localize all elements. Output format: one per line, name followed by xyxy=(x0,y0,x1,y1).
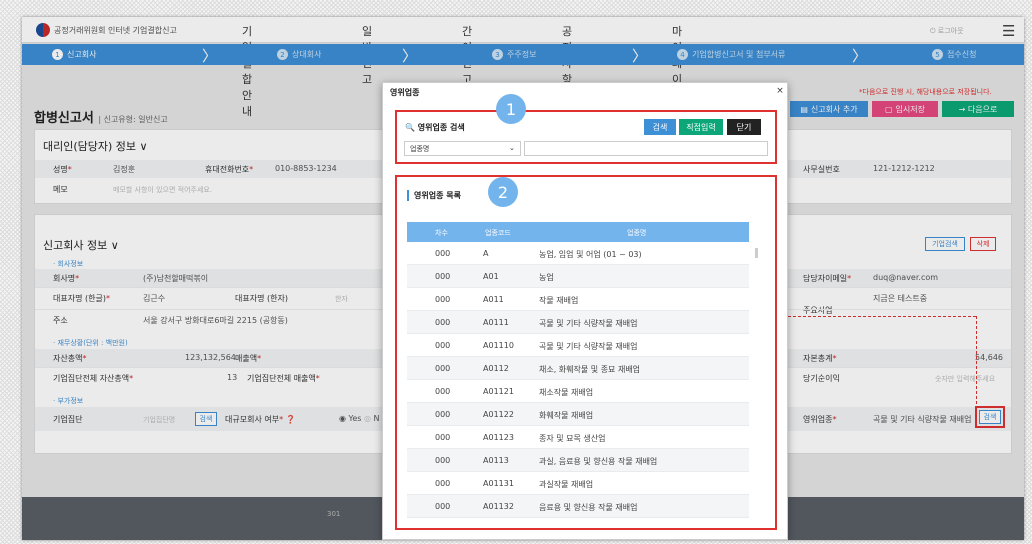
table-row[interactable]: 000 A01123 종자 및 묘목 생산업 xyxy=(407,426,749,449)
col-header: 업종명 xyxy=(627,229,647,237)
table-row[interactable]: 000 A0111 곡물 및 기타 식량작물 재배업 xyxy=(407,311,749,334)
close-button[interactable]: 닫기 xyxy=(727,119,761,135)
table-cell-order: 000 xyxy=(435,364,451,373)
table-cell-code: A01132 xyxy=(483,502,514,511)
table-row[interactable]: 000 A01131 과실작물 재배업 xyxy=(407,472,749,495)
table-row[interactable]: 000 A01132 음료용 및 향신용 작물 재배업 xyxy=(407,495,749,518)
search-button[interactable]: 검색 xyxy=(644,119,676,135)
table-row[interactable]: 000 A0112 채소, 화훼작물 및 종묘 재배업 xyxy=(407,357,749,380)
table-cell-code: A01121 xyxy=(483,387,514,396)
chevron-down-icon: ⌄ xyxy=(509,144,515,152)
table-cell-order: 000 xyxy=(435,479,451,488)
table-cell-code: A01110 xyxy=(483,341,514,350)
select-value: 업종명 xyxy=(410,144,430,153)
table-cell-name: 곡물 및 기타 식량작물 재배업 xyxy=(539,319,638,328)
browser-frame: 공정거래위원회 인터넷 기업결합신고 기업결합안내 일반신고 간이신고 공지사항… xyxy=(22,17,1024,540)
table-cell-name: 농업, 임업 및 어업 (01 ~ 03) xyxy=(539,250,642,259)
table-cell-name: 종자 및 묘목 생산업 xyxy=(539,434,606,443)
table-cell-name: 과실작물 재배업 xyxy=(539,480,594,489)
table-cell-name: 과실, 음료용 및 향신용 작물 재배업 xyxy=(539,457,658,466)
table-cell-order: 000 xyxy=(435,272,451,281)
table-cell-code: A01123 xyxy=(483,433,514,442)
table-cell-name: 곡물 및 기타 식량작물 재배업 xyxy=(539,342,638,351)
table-cell-order: 000 xyxy=(435,341,451,350)
table-row[interactable]: 000 A01122 화훼작물 재배업 xyxy=(407,403,749,426)
search-icon: 🔍 xyxy=(405,123,415,132)
table-cell-code: A01131 xyxy=(483,479,514,488)
table-row[interactable]: 000 A0113 과실, 음료용 및 향신용 작물 재배업 xyxy=(407,449,749,472)
col-header: 차수 xyxy=(435,229,448,237)
direct-input-button[interactable]: 직접입력 xyxy=(679,119,723,135)
table-row[interactable]: 000 A01121 채소작물 재배업 xyxy=(407,380,749,403)
table-cell-code: A01 xyxy=(483,272,499,281)
table-cell-code: A0112 xyxy=(483,364,509,373)
table-cell-order: 000 xyxy=(435,295,451,304)
table-cell-order: 000 xyxy=(435,318,451,327)
search-input[interactable] xyxy=(524,141,768,156)
table-cell-name: 작물 재배업 xyxy=(539,296,579,305)
table-cell-order: 000 xyxy=(435,502,451,511)
table-cell-code: A0111 xyxy=(483,318,509,327)
table-cell-code: A xyxy=(483,249,489,258)
table-cell-name: 농업 xyxy=(539,273,554,282)
table-row[interactable]: 000 A 농업, 임업 및 어업 (01 ~ 03) xyxy=(407,242,749,265)
table-cell-order: 000 xyxy=(435,387,451,396)
modal-title: 영위업종 xyxy=(390,88,420,97)
search-title-text: 영위업종 검색 xyxy=(417,123,465,132)
table-cell-name: 화훼작물 재배업 xyxy=(539,411,594,420)
search-type-select[interactable]: 업종명 ⌄ xyxy=(404,141,521,156)
table-cell-order: 000 xyxy=(435,249,451,258)
list-title: 영위업종 목록 xyxy=(407,190,461,201)
industry-modal: 영위업종 × 1 🔍 영위업종 검색 검색 직접입력 닫기 업종명 ⌄ 2 영위업… xyxy=(382,82,788,540)
table-cell-order: 000 xyxy=(435,433,451,442)
scrollbar-thumb[interactable] xyxy=(755,248,758,258)
table-row[interactable]: 000 A01 농업 xyxy=(407,265,749,288)
close-icon[interactable]: × xyxy=(775,86,785,96)
table-cell-code: A01122 xyxy=(483,410,514,419)
annotation-badge-1: 1 xyxy=(496,94,526,124)
table-cell-code: A011 xyxy=(483,295,504,304)
table-header: 차수 업종코드 업종명 xyxy=(407,222,749,242)
search-title: 🔍 영위업종 검색 xyxy=(405,122,465,133)
table-cell-order: 000 xyxy=(435,410,451,419)
annotation-badge-2: 2 xyxy=(488,177,518,207)
table-cell-name: 채소작물 재배업 xyxy=(539,388,594,397)
table-cell-code: A0113 xyxy=(483,456,509,465)
col-header: 업종코드 xyxy=(485,229,511,237)
table-row[interactable]: 000 A011 작물 재배업 xyxy=(407,288,749,311)
table-cell-name: 음료용 및 향신용 작물 재배업 xyxy=(539,503,638,512)
table-cell-order: 000 xyxy=(435,456,451,465)
table-row[interactable]: 000 A01110 곡물 및 기타 식량작물 재배업 xyxy=(407,334,749,357)
table-cell-name: 채소, 화훼작물 및 종묘 재배업 xyxy=(539,365,641,374)
